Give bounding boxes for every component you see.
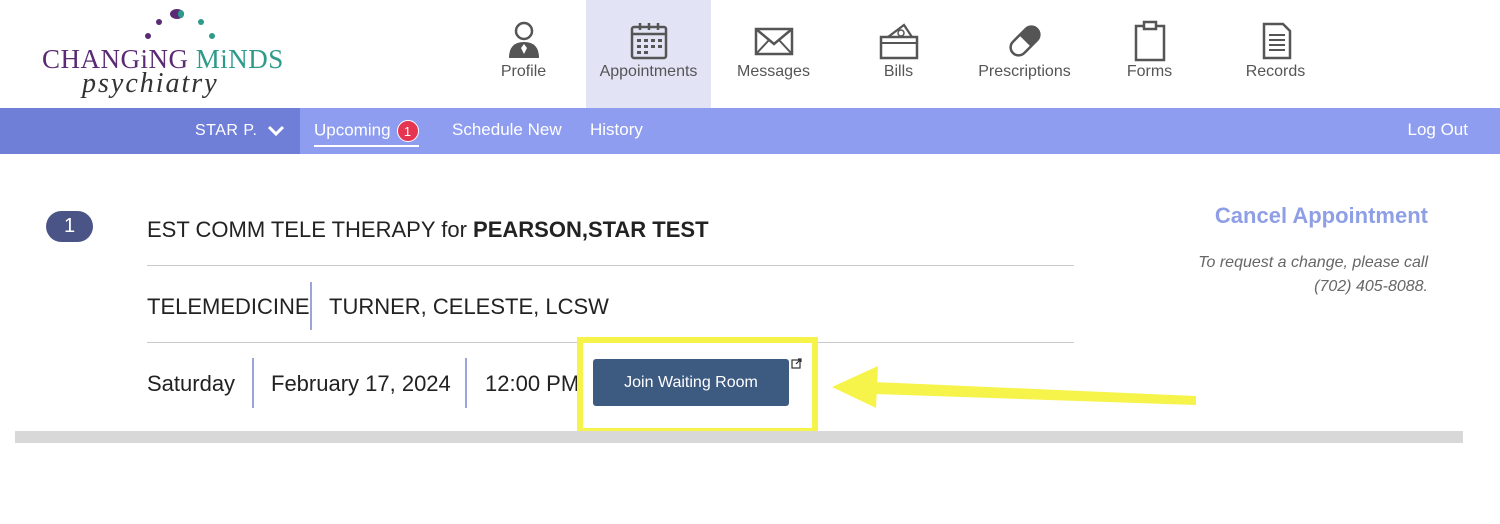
nav-appointments[interactable]: Appointments [586, 0, 711, 108]
nav-bills[interactable]: Bills [836, 0, 961, 108]
tab-upcoming[interactable]: Upcoming 1 [314, 120, 419, 147]
appointment-number: 1 [46, 211, 93, 242]
logo[interactable]: CHANGiNG MiNDS psychiatry [40, 6, 290, 102]
nav-label: Forms [1126, 63, 1173, 80]
nav-label: Messages [737, 63, 810, 80]
nav-label: Prescriptions [978, 63, 1071, 80]
nav-label: Bills [883, 63, 914, 80]
join-waiting-room-button[interactable]: Join Waiting Room [593, 359, 789, 406]
appointment-time: 12:00 PM [485, 371, 580, 396]
external-link-icon [791, 358, 802, 369]
calendar-icon [630, 23, 667, 60]
nav-records[interactable]: Records [1213, 0, 1338, 108]
separator [252, 358, 254, 408]
logo-subtitle: psychiatry [82, 68, 219, 99]
note-line: To request a change, please call [1198, 254, 1428, 271]
sub-navigation: STAR P. Upcoming 1 Schedule New History L… [0, 108, 1500, 154]
clipboard-icon [1134, 20, 1165, 62]
appointment-day: Saturday [147, 371, 236, 396]
phone-number: (702) 405-8088. [1314, 278, 1428, 295]
document-icon [1262, 22, 1291, 60]
nav-profile[interactable]: Profile [461, 0, 586, 108]
appointment-title: EST COMM TELE THERAPY for PEARSON,STAR T… [147, 217, 709, 243]
separator [310, 282, 312, 330]
chevron-down-icon [267, 125, 285, 137]
tab-history[interactable]: History [590, 120, 643, 140]
provider-name: TURNER, CELESTE, LCSW [329, 294, 609, 319]
wallet-icon [879, 23, 918, 60]
visit-type: TELEMEDICINE [147, 294, 310, 319]
nav-label: Records [1245, 63, 1306, 80]
tab-label: Upcoming [314, 120, 391, 140]
card-bottom-bar [15, 431, 1463, 443]
pointer-arrow-icon [832, 366, 1196, 408]
cancel-appointment-link[interactable]: Cancel Appointment [1215, 203, 1428, 229]
appointment-type-label: EST COMM TELE THERAPY for [147, 217, 467, 242]
upcoming-count-badge: 1 [396, 120, 419, 142]
logo-dots-icon [145, 9, 215, 39]
nav-label: Appointments [599, 63, 698, 80]
top-header: CHANGiNG MiNDS psychiatry Profile Appoin… [0, 0, 1500, 108]
nav-label: Profile [500, 63, 547, 80]
nav-forms[interactable]: Forms [1087, 0, 1212, 108]
person-icon [508, 21, 539, 58]
pill-icon [1008, 25, 1041, 57]
divider [147, 265, 1074, 266]
user-menu[interactable]: STAR P. [0, 108, 300, 154]
nav-prescriptions[interactable]: Prescriptions [962, 0, 1087, 108]
envelope-icon [754, 27, 793, 56]
appointment-date: February 17, 2024 [271, 371, 451, 396]
separator [465, 358, 467, 408]
patient-name: PEARSON,STAR TEST [473, 217, 709, 242]
nav-messages[interactable]: Messages [711, 0, 836, 108]
user-name: STAR P. [195, 122, 258, 139]
change-request-note: To request a change, please call (702) 4… [1128, 251, 1428, 299]
tab-schedule-new[interactable]: Schedule New [452, 120, 562, 140]
logout-link[interactable]: Log Out [1408, 120, 1469, 140]
